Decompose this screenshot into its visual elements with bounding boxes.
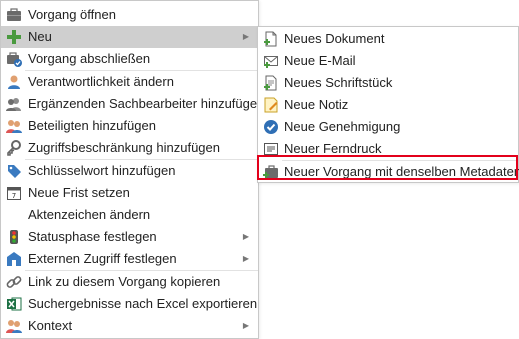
menu-item-verantwortlichkeit[interactable]: Verantwortlichkeit ändern	[1, 71, 258, 93]
menu-item-label: Verantwortlichkeit ändern	[28, 74, 174, 89]
menu-item-neu[interactable]: Neu ▶	[1, 26, 258, 48]
submenu-item-label: Neue E-Mail	[284, 53, 356, 68]
submenu-item-label: Neue Notiz	[284, 97, 349, 112]
menu-item-neue-frist[interactable]: 7 Neue Frist setzen	[1, 182, 258, 204]
menu-item-vorgang-abschliessen[interactable]: Vorgang abschließen	[1, 48, 258, 70]
plus-icon	[6, 29, 22, 45]
submenu-arrow-icon: ▶	[242, 321, 249, 330]
person-icon	[6, 74, 22, 90]
submenu-item-label: Neuer Vorgang mit denselben Metadaten	[284, 164, 519, 179]
remote-print-icon	[263, 141, 279, 157]
context-menu: Vorgang öffnen Neu ▶ Vorgang abschließen…	[0, 0, 264, 339]
participants-icon	[6, 118, 22, 134]
menu-item-label: Statusphase festlegen	[28, 229, 157, 244]
menu-item-label: Aktenzeichen ändern	[28, 207, 151, 222]
menu-item-statusphase[interactable]: Statusphase festlegen ▶	[1, 226, 258, 248]
submenu-arrow-icon: ▶	[242, 232, 249, 241]
external-access-icon	[6, 251, 22, 267]
menu-item-label: Vorgang abschließen	[28, 51, 151, 66]
menu-item-sachbearbeiter[interactable]: Ergänzenden Sachbearbeiter hinzufügen	[1, 93, 264, 115]
submenu-arrow-icon: ▶	[242, 32, 249, 41]
traffic-light-icon	[6, 229, 22, 245]
menu-item-label: Neu	[28, 29, 52, 44]
submenu-item-neuer-ferndruck[interactable]: Neuer Ferndruck	[258, 138, 518, 160]
link-icon	[6, 274, 22, 290]
submenu-neu: Neues Dokument Neue E-Mail Neues Schrift…	[257, 26, 519, 183]
menu-item-zugriffsbeschraenkung[interactable]: Zugriffsbeschränkung hinzufügen	[1, 137, 258, 159]
menu-item-excel-export[interactable]: Suchergebnisse nach Excel exportieren	[1, 293, 258, 315]
menu-item-externer-zugriff[interactable]: Externen Zugriff festlegen ▶	[1, 248, 258, 270]
submenu-item-neues-dokument[interactable]: Neues Dokument	[258, 28, 518, 50]
menu-item-label: Ergänzenden Sachbearbeiter hinzufügen	[28, 96, 265, 111]
submenu-item-label: Neues Dokument	[284, 31, 385, 46]
submenu-item-neues-schriftstueck[interactable]: Neues Schriftstück	[258, 72, 518, 94]
new-case-metadata-icon	[263, 164, 279, 180]
submenu-item-neuer-vorgang-metadaten[interactable]: Neuer Vorgang mit denselben Metadaten	[258, 161, 519, 183]
new-letter-icon	[263, 75, 279, 91]
menu-item-vorgang-oeffnen[interactable]: Vorgang öffnen	[1, 4, 258, 26]
svg-text:7: 7	[12, 192, 16, 200]
context-icon	[6, 318, 22, 334]
menu-item-kontext[interactable]: Kontext ▶	[1, 315, 258, 337]
menu-item-label: Zugriffsbeschränkung hinzufügen	[28, 140, 220, 155]
menu-item-schluesselwort[interactable]: Schlüsselwort hinzufügen	[1, 160, 258, 182]
submenu-item-label: Neuer Ferndruck	[284, 141, 382, 156]
menu-item-link-kopieren[interactable]: Link zu diesem Vorgang kopieren	[1, 271, 258, 293]
key-icon	[6, 140, 22, 156]
menu-item-label: Beteiligten hinzufügen	[28, 118, 156, 133]
calendar-icon: 7	[6, 185, 22, 201]
submenu-item-label: Neue Genehmigung	[284, 119, 401, 134]
approval-icon	[263, 119, 279, 135]
submenu-item-neue-notiz[interactable]: Neue Notiz	[258, 94, 518, 116]
submenu-arrow-icon: ▶	[242, 254, 249, 263]
open-case-icon	[6, 7, 22, 23]
submenu-item-neue-genehmigung[interactable]: Neue Genehmigung	[258, 116, 518, 138]
menu-item-beteiligten[interactable]: Beteiligten hinzufügen	[1, 115, 258, 137]
people-icon	[6, 96, 22, 112]
new-document-icon	[263, 31, 279, 47]
file-number-icon	[6, 207, 22, 223]
menu-item-label: Schlüsselwort hinzufügen	[28, 163, 176, 178]
menu-item-label: Link zu diesem Vorgang kopieren	[28, 274, 221, 289]
menu-item-label: Neue Frist setzen	[28, 185, 130, 200]
menu-item-label: Vorgang öffnen	[28, 7, 116, 22]
submenu-item-label: Neues Schriftstück	[284, 75, 393, 90]
menu-item-aktenzeichen[interactable]: Aktenzeichen ändern	[1, 204, 258, 226]
menu-item-label: Suchergebnisse nach Excel exportieren	[28, 296, 258, 311]
new-note-icon	[263, 97, 279, 113]
submenu-item-neue-email[interactable]: Neue E-Mail	[258, 50, 518, 72]
new-email-icon	[263, 53, 279, 69]
tag-icon	[6, 163, 22, 179]
menu-item-label: Externen Zugriff festlegen	[28, 251, 177, 266]
excel-icon	[6, 296, 22, 312]
menu-item-label: Kontext	[28, 318, 73, 333]
close-case-icon	[6, 51, 22, 67]
